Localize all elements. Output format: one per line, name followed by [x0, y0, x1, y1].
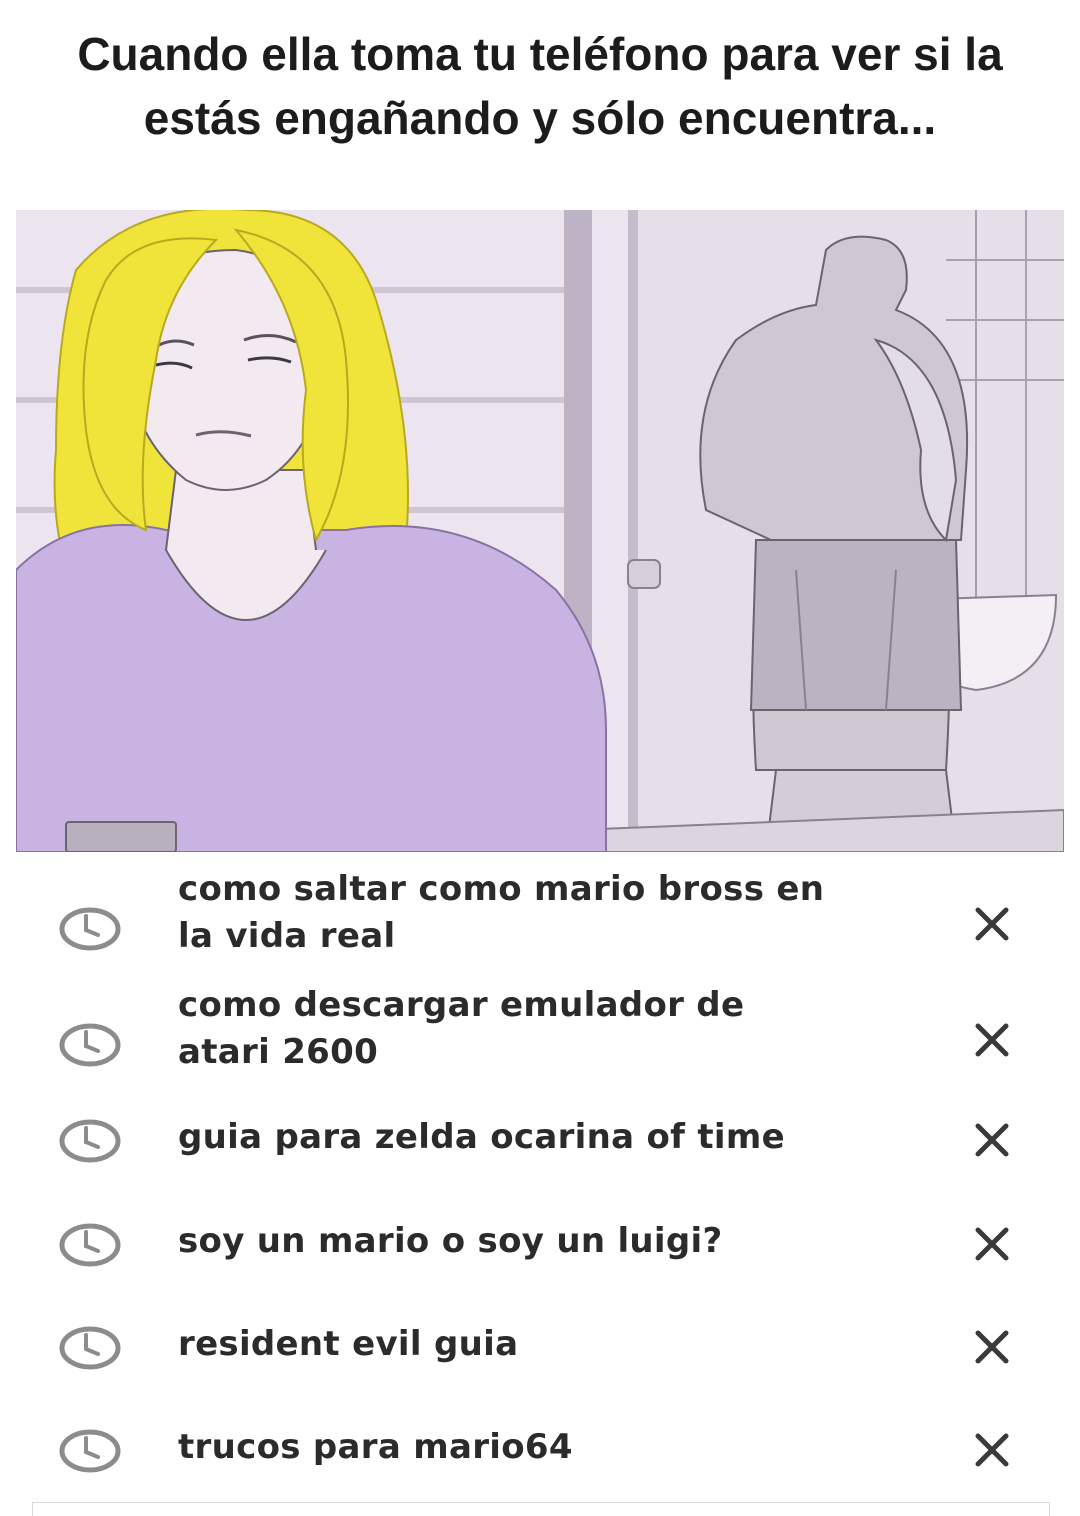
search-query-text: como descargar emulador de atari 2600: [178, 985, 745, 1072]
search-history-item[interactable]: resident evil guia: [0, 1321, 1080, 1381]
search-history-item[interactable]: guia para zelda ocarina of time: [0, 1114, 1080, 1174]
clock-icon: [58, 1118, 122, 1164]
clock-icon: [58, 1325, 122, 1371]
meme-illustration: [16, 210, 1064, 852]
search-query-text: como saltar como mario bross en la vida …: [178, 869, 825, 956]
search-history-item[interactable]: como saltar como mario bross en la vida …: [0, 866, 1080, 966]
search-history-item[interactable]: trucos para mario64: [0, 1424, 1080, 1484]
search-history-item[interactable]: soy un mario o soy un luigi?: [0, 1218, 1080, 1278]
close-icon[interactable]: [968, 1016, 1016, 1064]
clock-icon: [58, 1022, 122, 1068]
search-query-text: trucos para mario64: [178, 1427, 573, 1467]
clock-icon: [58, 906, 122, 952]
close-icon[interactable]: [968, 1426, 1016, 1474]
search-query-text: soy un mario o soy un luigi?: [178, 1221, 723, 1261]
caption-line-2: estás engañando y sólo encuentra...: [143, 92, 937, 144]
close-icon[interactable]: [968, 1116, 1016, 1164]
card-bottom-edge: [32, 1502, 1050, 1516]
search-query-text: guia para zelda ocarina of time: [178, 1117, 785, 1157]
caption-line-1: Cuando ella toma tu teléfono para ver si…: [77, 28, 1003, 80]
search-query-text: resident evil guia: [178, 1324, 519, 1364]
close-icon[interactable]: [968, 900, 1016, 948]
search-history-item[interactable]: como descargar emulador de atari 2600: [0, 982, 1080, 1082]
meme-caption: Cuando ella toma tu teléfono para ver si…: [20, 22, 1060, 150]
close-icon[interactable]: [968, 1323, 1016, 1371]
close-icon[interactable]: [968, 1220, 1016, 1268]
clock-icon: [58, 1428, 122, 1474]
search-history-list: como saltar como mario bross en la vida …: [0, 852, 1080, 1492]
clock-icon: [58, 1222, 122, 1268]
